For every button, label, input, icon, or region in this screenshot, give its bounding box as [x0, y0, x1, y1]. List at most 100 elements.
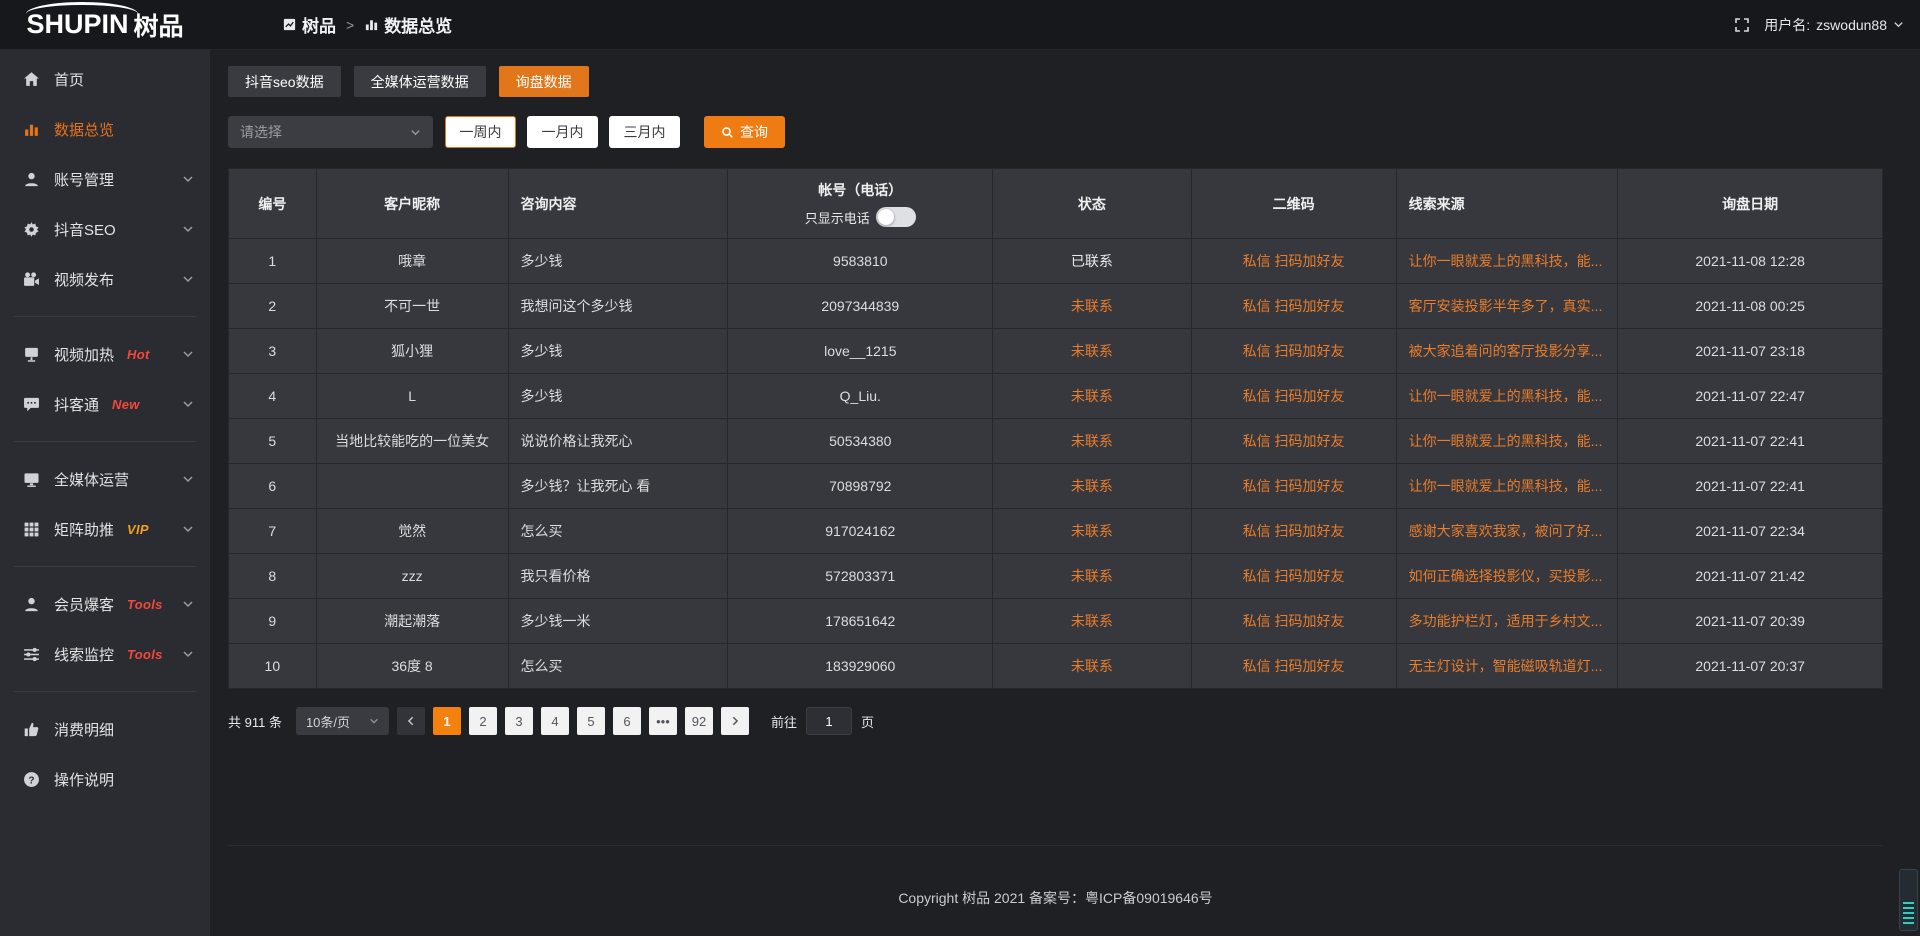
total-count: 共 911 条	[228, 712, 282, 731]
page-button-1[interactable]: 1	[433, 707, 461, 735]
filter-select[interactable]: 请选择	[228, 116, 433, 148]
cell-account: 917024162	[728, 509, 993, 554]
range-button-three-months[interactable]: 三月内	[609, 116, 680, 148]
goto-page-input[interactable]	[806, 707, 852, 735]
page-ellipsis-button[interactable]: •••	[649, 707, 677, 735]
qr-add-friend-link[interactable]: 私信 扫码加好友	[1243, 478, 1345, 494]
qr-add-friend-link[interactable]: 私信 扫码加好友	[1243, 343, 1345, 359]
lead-source-link[interactable]: 被大家追着问的客厅投影分享...	[1409, 343, 1603, 359]
filter-select-placeholder: 请选择	[240, 122, 282, 142]
range-button-one-week[interactable]: 一周内	[445, 116, 516, 148]
qr-add-friend-link[interactable]: 私信 扫码加好友	[1243, 388, 1345, 404]
qr-add-friend-link[interactable]: 私信 扫码加好友	[1243, 523, 1345, 539]
page-size-select[interactable]: 10条/页	[296, 707, 389, 735]
range-button-one-month[interactable]: 一月内	[527, 116, 598, 148]
qr-add-friend-link[interactable]: 私信 扫码加好友	[1243, 568, 1345, 584]
lead-source-link[interactable]: 感谢大家喜欢我家，被问了好...	[1409, 523, 1603, 539]
page-button-92[interactable]: 92	[685, 707, 713, 735]
cell-nickname: 狐小狸	[316, 329, 508, 374]
sidebar-item-consumption-detail[interactable]: 消费明细	[0, 704, 210, 754]
chevron-down-icon	[182, 398, 194, 410]
chevron-down-icon	[182, 223, 194, 235]
fullscreen-icon[interactable]	[1734, 17, 1750, 33]
sidebar-item-label: 消费明细	[54, 719, 114, 740]
sidebar-item-douketong[interactable]: 抖客通New	[0, 379, 210, 429]
cell-status: 未联系	[993, 554, 1191, 599]
breadcrumb-root[interactable]: 树品	[282, 12, 336, 37]
cell-account: 9583810	[728, 239, 993, 284]
page-button-5[interactable]: 5	[577, 707, 605, 735]
floating-widget[interactable]	[1899, 869, 1918, 931]
sidebar-item-operation-guide[interactable]: ?操作说明	[0, 754, 210, 804]
cell-date: 2021-11-08 12:28	[1618, 239, 1883, 284]
chevron-down-icon	[182, 473, 194, 485]
column-header-label: 帐号（电话）	[818, 180, 902, 200]
cell-no: 8	[229, 554, 317, 599]
prev-page-button[interactable]	[397, 707, 425, 735]
sidebar-item-lead-monitor[interactable]: 线索监控Tools	[0, 629, 210, 679]
page-buttons: 123456 ••• 92	[433, 707, 713, 735]
sidebar-item-media-operation[interactable]: 全媒体运营	[0, 454, 210, 504]
page-button-2[interactable]: 2	[469, 707, 497, 735]
sidebar-item-douyin-seo[interactable]: 抖音SEO	[0, 204, 210, 254]
cell-nickname: zzz	[316, 554, 508, 599]
page-button-4[interactable]: 4	[541, 707, 569, 735]
phone-only-toggle[interactable]	[876, 207, 916, 227]
table-row: 6多少钱？让我死心 看70898792未联系私信 扫码加好友让你一眼就爱上的黑科…	[229, 464, 1883, 509]
lead-source-link[interactable]: 让你一眼就爱上的黑科技，能...	[1409, 433, 1603, 449]
lead-source-link[interactable]: 让你一眼就爱上的黑科技，能...	[1409, 388, 1603, 404]
pagination: 共 911 条 10条/页 123456•••92 前往 页	[228, 707, 1883, 735]
breadcrumb-current[interactable]: 数据总览	[364, 12, 452, 37]
qr-add-friend-link[interactable]: 私信 扫码加好友	[1243, 613, 1345, 629]
cell-qr: 私信 扫码加好友	[1191, 329, 1396, 374]
tab-media-operation-data[interactable]: 全媒体运营数据	[354, 66, 486, 97]
sidebar-item-data-overview[interactable]: 数据总览	[0, 104, 210, 154]
query-button[interactable]: 查询	[704, 116, 785, 148]
column-header: 状态	[993, 169, 1191, 239]
sidebar-item-account-management[interactable]: 账号管理	[0, 154, 210, 204]
sidebar-item-home[interactable]: 首页	[0, 54, 210, 104]
qr-add-friend-link[interactable]: 私信 扫码加好友	[1243, 253, 1345, 269]
column-header: 帐号（电话）只显示电话	[728, 169, 993, 239]
tab-inquiry-data[interactable]: 询盘数据	[499, 66, 589, 97]
app-icon	[282, 17, 297, 32]
screen-icon	[23, 346, 40, 363]
sidebar-item-label: 首页	[54, 69, 84, 90]
monitor-icon	[23, 471, 40, 488]
qr-add-friend-link[interactable]: 私信 扫码加好友	[1243, 298, 1345, 314]
table-row: 4L多少钱Q_Liu.未联系私信 扫码加好友让你一眼就爱上的黑科技，能...20…	[229, 374, 1883, 419]
lead-source-link[interactable]: 让你一眼就爱上的黑科技，能...	[1409, 478, 1603, 494]
cell-date: 2021-11-07 22:47	[1618, 374, 1883, 419]
user-menu[interactable]: 用户名: zswodun88	[1764, 15, 1904, 35]
page-button-6[interactable]: 6	[613, 707, 641, 735]
sidebar-item-label: 账号管理	[54, 169, 114, 190]
column-header: 咨询内容	[508, 169, 728, 239]
gear-icon	[23, 221, 40, 238]
cell-qr: 私信 扫码加好友	[1191, 644, 1396, 689]
qr-add-friend-link[interactable]: 私信 扫码加好友	[1243, 658, 1345, 674]
sidebar-item-member-baoke[interactable]: 会员爆客Tools	[0, 579, 210, 629]
lead-source-link[interactable]: 让你一眼就爱上的黑科技，能...	[1409, 253, 1603, 269]
cell-nickname	[316, 464, 508, 509]
app-logo[interactable]: SHUPIN 树品	[0, 0, 210, 50]
sidebar-item-matrix-boost[interactable]: 矩阵助推VIP	[0, 504, 210, 554]
cell-date: 2021-11-07 23:18	[1618, 329, 1883, 374]
next-page-button[interactable]	[721, 707, 749, 735]
cell-account: love__1215	[728, 329, 993, 374]
sidebar-item-video-heat[interactable]: 视频加热Hot	[0, 329, 210, 379]
data-tabs: 抖音seo数据全媒体运营数据询盘数据	[228, 66, 1883, 97]
cell-no: 9	[229, 599, 317, 644]
sidebar-item-video-publish[interactable]: 视频发布	[0, 254, 210, 304]
table-row: 7觉然怎么买917024162未联系私信 扫码加好友感谢大家喜欢我家，被问了好.…	[229, 509, 1883, 554]
chevron-down-icon	[369, 716, 379, 726]
sidebar-item-badge: VIP	[127, 522, 149, 537]
lead-source-link[interactable]: 客厅安装投影半年多了，真实...	[1409, 298, 1603, 314]
lead-source-link[interactable]: 无主灯设计，智能磁吸轨道灯...	[1409, 658, 1603, 674]
footer: Copyright 树品 2021 备案号：粤ICP备09019646号	[228, 845, 1883, 936]
tab-douyin-seo-data[interactable]: 抖音seo数据	[228, 66, 341, 97]
qr-add-friend-link[interactable]: 私信 扫码加好友	[1243, 433, 1345, 449]
cell-date: 2021-11-08 00:25	[1618, 284, 1883, 329]
lead-source-link[interactable]: 如何正确选择投影仪，买投影...	[1409, 568, 1603, 584]
page-button-3[interactable]: 3	[505, 707, 533, 735]
lead-source-link[interactable]: 多功能护栏灯，适用于乡村文...	[1409, 613, 1603, 629]
